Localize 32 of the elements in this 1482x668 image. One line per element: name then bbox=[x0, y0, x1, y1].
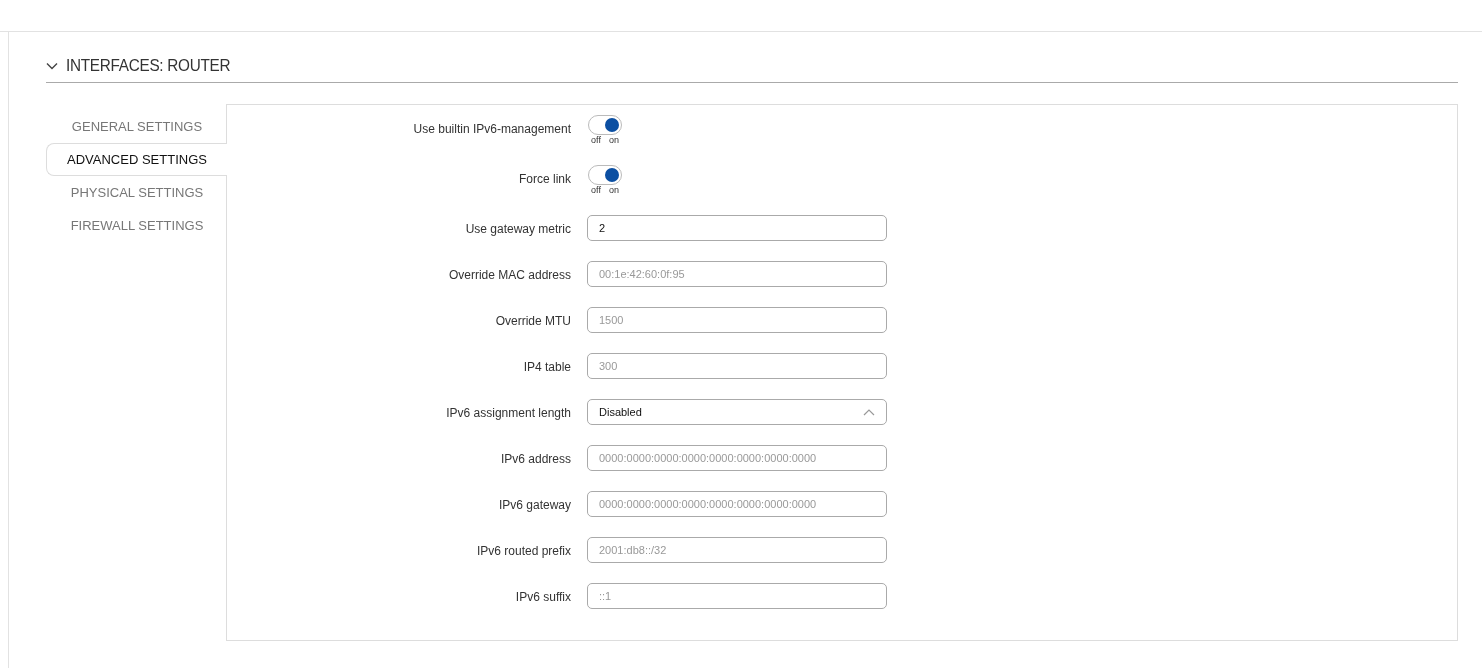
settings-tab[interactable]: FIREWALL SETTINGS bbox=[46, 209, 227, 242]
off-label: off bbox=[591, 135, 601, 145]
settings-tab[interactable]: ADVANCED SETTINGS bbox=[46, 143, 227, 176]
input-field[interactable]: 0000:0000:0000:0000:0000:0000:0000:0000 bbox=[587, 491, 887, 517]
field-label: IPv6 suffix bbox=[514, 589, 571, 604]
field-label: IPv6 address bbox=[499, 451, 571, 466]
input-field[interactable]: 300 bbox=[587, 353, 887, 379]
toggle-switch[interactable] bbox=[588, 115, 622, 135]
select-dropdown[interactable]: Disabled bbox=[587, 399, 887, 425]
field-label: Use gateway metric bbox=[464, 221, 571, 236]
input-field[interactable]: ::1 bbox=[587, 583, 887, 609]
input-field[interactable]: 00:1e:42:60:0f:95 bbox=[587, 261, 887, 287]
input-field[interactable]: 0000:0000:0000:0000:0000:0000:0000:0000 bbox=[587, 445, 887, 471]
on-label: on bbox=[608, 135, 619, 145]
field-label: IPv6 assignment length bbox=[445, 405, 571, 420]
chevron-icon[interactable] bbox=[46, 62, 58, 70]
input-field[interactable]: 2 bbox=[587, 215, 887, 241]
field-label: Override MTU bbox=[494, 313, 571, 328]
field-label: IPv6 routed prefix bbox=[475, 543, 571, 558]
section-title: INTERFACES: ROUTER bbox=[66, 56, 231, 76]
input-field[interactable]: 1500 bbox=[587, 307, 887, 333]
input-field[interactable]: 2001:db8::/32 bbox=[587, 537, 887, 563]
field-label: Override MAC address bbox=[447, 267, 571, 282]
settings-tab[interactable]: GENERAL SETTINGS bbox=[46, 110, 227, 143]
settings-tab[interactable]: PHYSICAL SETTINGS bbox=[46, 176, 227, 209]
field-label: IP4 table bbox=[522, 359, 571, 374]
on-label: on bbox=[608, 185, 619, 195]
field-label: Force link bbox=[518, 171, 571, 186]
off-label: off bbox=[591, 185, 601, 195]
field-label: Use builtin IPv6-management bbox=[412, 121, 571, 136]
toggle-switch[interactable] bbox=[588, 165, 622, 185]
field-label: IPv6 gateway bbox=[497, 497, 571, 512]
